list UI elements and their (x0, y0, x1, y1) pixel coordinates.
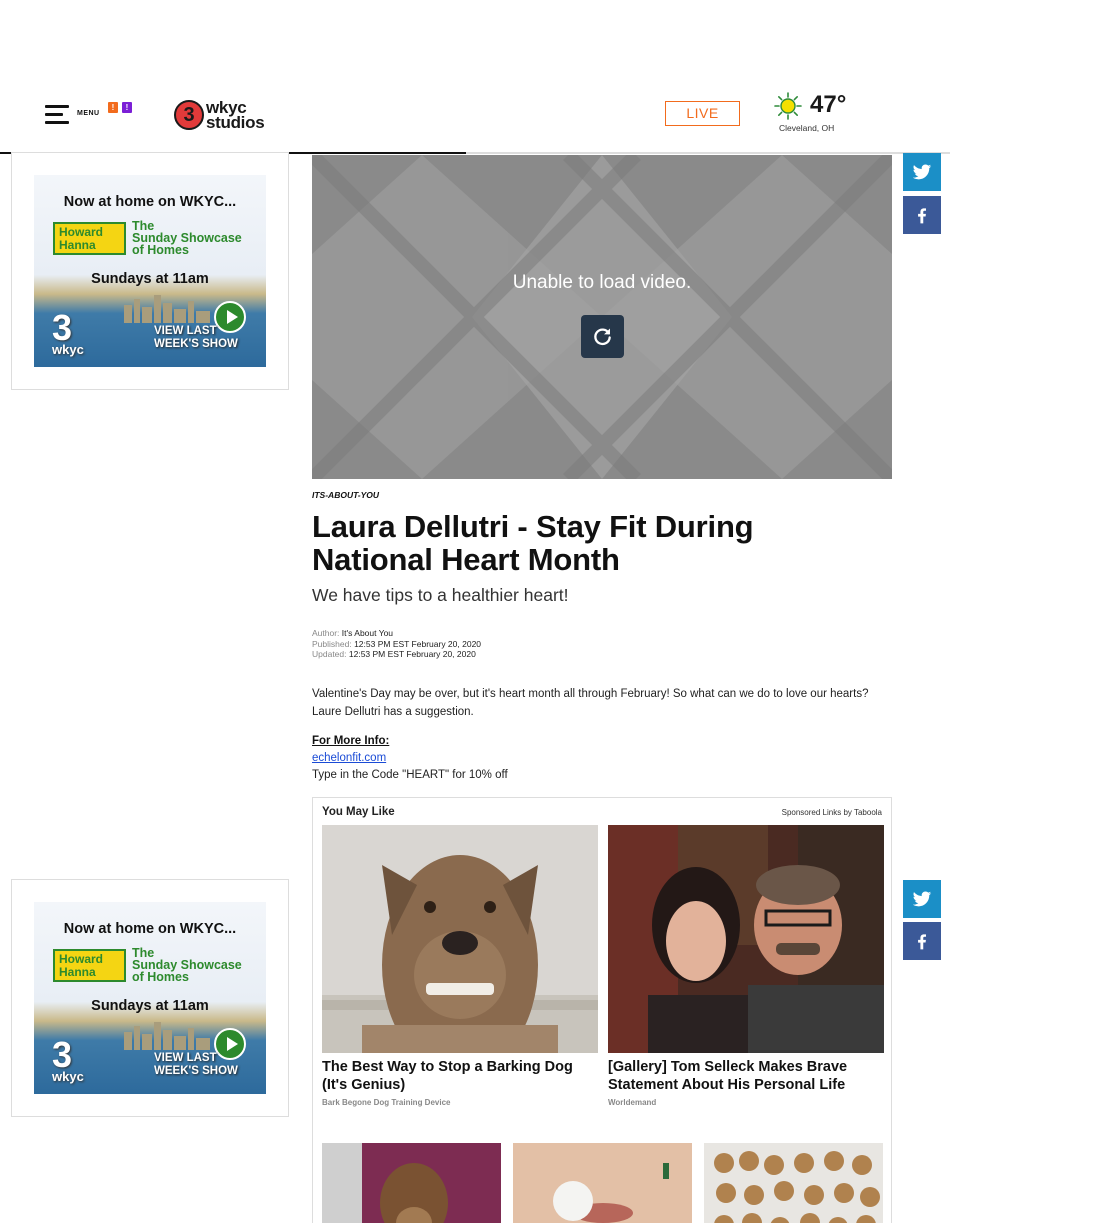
facebook-icon (918, 934, 926, 950)
card-source-1[interactable]: Bark Begone Dog Training Device (322, 1098, 450, 1107)
author-name: It's About You (341, 628, 394, 638)
ad-show-line-3: of Homes (132, 970, 189, 984)
weather-city[interactable]: Cleveland, OH (779, 123, 834, 133)
facebook-icon (918, 208, 926, 224)
published-date: 12:53 PM EST February 20, 2020 (354, 638, 482, 649)
card-image-puppy[interactable] (322, 1143, 501, 1223)
card-image-cookies[interactable] (704, 1143, 883, 1223)
live-button[interactable]: LIVE (665, 101, 740, 126)
promo-code-text: Type in the Code "HEART" for 10% off (312, 769, 508, 781)
card-image-skincare[interactable] (513, 1143, 692, 1223)
reload-button[interactable] (581, 315, 624, 358)
ad-headline: Now at home on WKYC... (63, 194, 237, 210)
wkyc-station-logo: 3 wkyc (52, 310, 84, 357)
recommended-content-widget: You May Like Sponsored Links by Taboola … (312, 797, 892, 1223)
published-label: Published: (312, 638, 352, 649)
alert-badge-orange[interactable]: ! (108, 102, 118, 113)
ad-station-name: wkyc (52, 342, 84, 357)
sun-icon[interactable] (774, 92, 802, 120)
dog-photo (322, 825, 598, 1053)
sponsored-links-label[interactable]: Sponsored Links by Taboola (782, 808, 882, 817)
ad-schedule: Sundays at 11am (91, 271, 209, 287)
menu-label[interactable]: MENU (77, 110, 100, 117)
ad-schedule: Sundays at 11am (91, 998, 209, 1014)
site-logo[interactable]: 3 wkyc studios (174, 99, 265, 132)
alert-badge-purple[interactable]: ! (122, 102, 132, 113)
video-player[interactable]: Unable to load video. (312, 155, 892, 479)
facebook-share-button[interactable] (903, 922, 941, 960)
more-info-heading: For More Info: (312, 735, 390, 747)
celebrity-photo (608, 825, 884, 1053)
sunday-showcase-ad[interactable]: Now at home on WKYC... Howard Hanna The … (34, 902, 266, 1094)
card-title-2[interactable]: [Gallery] Tom Selleck Makes Brave Statem… (608, 1058, 884, 1094)
sidebar-ad-slot-1: Now at home on WKYC... Howard Hanna The … (11, 152, 289, 390)
twitter-share-button[interactable] (903, 153, 941, 191)
facebook-share-button[interactable] (903, 196, 941, 234)
recommended-title: You May Like (322, 806, 395, 818)
twitter-share-button[interactable] (903, 880, 941, 918)
card-image-selleck[interactable] (608, 825, 884, 1053)
sidebar-ad-slot-2: Now at home on WKYC... Howard Hanna The … (11, 879, 289, 1117)
twitter-icon (912, 891, 932, 907)
site-header: MENU ! ! 3 wkyc studios LIVE 47° Clevela… (0, 88, 950, 144)
ad-cta-line-1: VIEW LAST (154, 325, 217, 337)
article-dek: We have tips to a healthier heart! (312, 585, 569, 605)
ad-logo-line-2: Hanna (59, 238, 96, 252)
article-headline: Laura Dellutri - Stay Fit During Nationa… (312, 509, 754, 577)
howard-hanna-logo: Howard Hanna (53, 222, 126, 255)
menu-icon[interactable] (45, 105, 69, 125)
article-meta: Author: It's About You Published: 12:53 … (312, 628, 481, 660)
author-label: Author: (312, 628, 340, 638)
logo-number: 3 (174, 100, 204, 130)
ad-cta-line-1: VIEW LAST (154, 1052, 217, 1064)
video-error-message: Unable to load video. (512, 272, 692, 293)
ad-show-line-3: of Homes (132, 243, 189, 257)
twitter-icon (912, 164, 932, 180)
ad-cta-line-2: WEEK'S SHOW (154, 1065, 238, 1077)
updated-label: Updated: (312, 649, 347, 659)
ad-logo-line-2: Hanna (59, 965, 96, 979)
article-body-paragraph: Valentine's Day may be over, but it's he… (312, 688, 869, 718)
ad-headline: Now at home on WKYC... (63, 921, 237, 937)
ad-station-name: wkyc (52, 1069, 84, 1084)
logo-line-2: studios (206, 113, 265, 132)
reload-icon (594, 328, 611, 346)
howard-hanna-logo: Howard Hanna (53, 949, 126, 982)
echelonfit-link[interactable]: echelonfit.com (312, 752, 386, 764)
card-image-dog[interactable] (322, 825, 598, 1053)
sunday-showcase-ad[interactable]: Now at home on WKYC... Howard Hanna The … (34, 175, 266, 367)
wkyc-station-logo: 3 wkyc (52, 1037, 84, 1084)
updated-date: 12:53 PM EST February 20, 2020 (348, 649, 476, 659)
card-title-1[interactable]: The Best Way to Stop a Barking Dog (It's… (322, 1058, 598, 1094)
ad-cta-line-2: WEEK'S SHOW (154, 338, 238, 350)
weather-temperature[interactable]: 47° (810, 91, 846, 119)
article-kicker[interactable]: ITS-ABOUT-YOU (312, 490, 379, 500)
card-source-2[interactable]: Worldemand (608, 1098, 656, 1107)
